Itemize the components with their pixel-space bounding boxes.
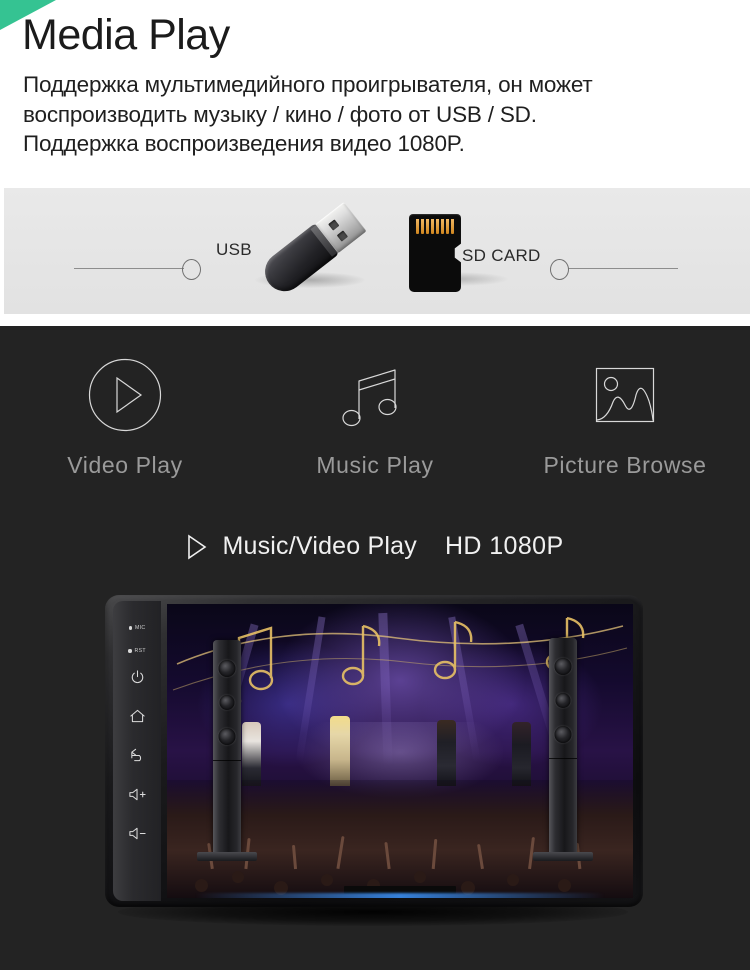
mic-dot-icon bbox=[128, 626, 132, 630]
power-button[interactable] bbox=[130, 670, 145, 685]
volume-minus-icon bbox=[128, 827, 146, 840]
reset-indicator[interactable]: RST bbox=[128, 648, 146, 654]
header-description-line-2: воспроизводить музыку / кино / фото от U… bbox=[23, 101, 537, 127]
page-root: Media Play Поддержка мультимедийного про… bbox=[0, 0, 750, 970]
music-note-icon bbox=[337, 352, 413, 438]
reset-label: RST bbox=[134, 648, 146, 654]
header-description-line-3: Поддержка воспроизведения видео 1080P. bbox=[23, 131, 465, 157]
speaker-driver bbox=[554, 726, 572, 743]
decorative-line-right bbox=[568, 268, 678, 269]
speaker-driver bbox=[554, 658, 572, 675]
power-icon bbox=[131, 670, 143, 684]
microsd-card-icon bbox=[409, 214, 461, 292]
device-screen[interactable] bbox=[167, 604, 633, 898]
media-band bbox=[4, 188, 750, 314]
feature-row: Video Play Music Play Picture Browse bbox=[0, 352, 750, 479]
back-button[interactable] bbox=[129, 747, 146, 763]
headline-row: Music/Video Play HD 1080P bbox=[0, 532, 750, 561]
dark-section: Video Play Music Play Picture Browse Mus… bbox=[0, 326, 750, 970]
play-circle-icon bbox=[87, 352, 163, 438]
side-button-panel: MIC RST bbox=[113, 601, 161, 901]
home-button[interactable] bbox=[129, 708, 146, 724]
back-arrow-icon bbox=[130, 748, 141, 762]
feature-label: Picture Browse bbox=[543, 452, 707, 478]
speaker-driver bbox=[555, 693, 571, 708]
volume-down-button[interactable] bbox=[128, 826, 147, 841]
speaker-driver bbox=[219, 695, 235, 710]
speaker-seam bbox=[549, 758, 577, 759]
feature-label: Video Play bbox=[67, 452, 183, 478]
usb-label: USB bbox=[216, 240, 252, 259]
sd-card-label: SD CARD bbox=[462, 246, 541, 265]
decorative-line-left bbox=[74, 268, 184, 269]
volume-up-button[interactable] bbox=[128, 787, 147, 802]
tower-speaker-base-left bbox=[197, 852, 257, 861]
volume-plus-icon bbox=[128, 788, 146, 801]
header-description-line-1: Поддержка мультимедийного проигрывателя,… bbox=[23, 72, 593, 97]
header-section: Media Play Поддержка мультимедийного про… bbox=[0, 0, 750, 188]
tower-speaker-right bbox=[549, 638, 577, 854]
feature-picture-browse[interactable]: Picture Browse bbox=[500, 352, 750, 479]
feature-label: Music Play bbox=[316, 452, 434, 478]
decorative-circle-left bbox=[182, 259, 201, 280]
speaker-driver bbox=[218, 728, 236, 745]
speaker-driver bbox=[218, 660, 236, 677]
page-title: Media Play bbox=[22, 11, 230, 59]
mic-label: MIC bbox=[134, 625, 146, 631]
decorative-circle-right bbox=[550, 259, 569, 280]
headline-resolution: HD 1080P bbox=[444, 532, 564, 560]
picture-frame-icon bbox=[587, 352, 663, 438]
mic-indicator: MIC bbox=[128, 625, 146, 631]
headline-text: Music/Video Play bbox=[222, 532, 417, 560]
sd-card-contacts bbox=[416, 219, 454, 234]
speaker-seam bbox=[213, 760, 241, 761]
feature-music-play[interactable]: Music Play bbox=[250, 352, 500, 479]
header-description: Поддержка мультимедийного проигрывателя,… bbox=[23, 70, 739, 159]
reset-dot-icon bbox=[128, 649, 132, 653]
feature-video-play[interactable]: Video Play bbox=[0, 352, 250, 479]
play-triangle-icon bbox=[188, 533, 207, 560]
home-icon bbox=[129, 709, 145, 723]
car-head-unit: MIC RST bbox=[105, 595, 643, 907]
tower-speaker-base-right bbox=[533, 852, 593, 861]
screen-glow bbox=[194, 893, 606, 898]
tower-speaker-left bbox=[213, 640, 241, 854]
